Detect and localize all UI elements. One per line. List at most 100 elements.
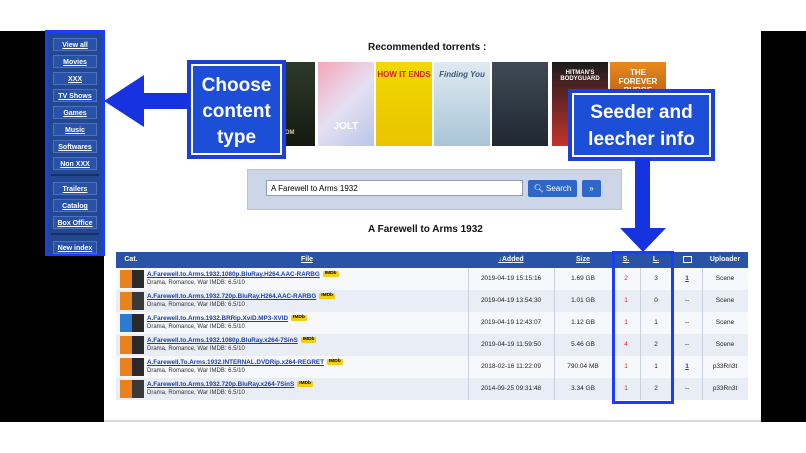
poster-4[interactable]: Finding You	[434, 62, 490, 146]
added-cell: 2019-04-19 15:15:16	[480, 275, 542, 282]
header-file[interactable]: File	[146, 252, 468, 268]
imdb-badge[interactable]: IMDb	[300, 337, 317, 344]
comments-cell: --	[684, 385, 690, 392]
sidebar-item-movies[interactable]: Movies	[53, 55, 97, 68]
sidebar-separator	[51, 174, 99, 176]
size-cell: 1.69 GB	[571, 275, 595, 282]
torrent-name-link[interactable]: A.Farewell.to.Arms.1932.1080p.BluRay.x26…	[147, 337, 317, 344]
seeder-leecher-highlight	[612, 251, 674, 404]
sidebar-item-box-office[interactable]: Box Office	[53, 216, 97, 229]
sidebar-item-new-index[interactable]: New index	[53, 241, 97, 254]
arrow-left-icon	[104, 75, 144, 127]
torrent-meta: Drama, Romance, War IMDB: 6.5/10	[147, 346, 245, 352]
category-thumbnail[interactable]	[120, 314, 144, 332]
sidebar-item-games[interactable]: Games	[53, 106, 97, 119]
header-comments[interactable]	[672, 252, 702, 268]
sidebar-item-trailers[interactable]: Trailers	[53, 182, 97, 195]
search-button-label: Search	[546, 184, 572, 193]
size-cell: 1.01 GB	[571, 297, 595, 304]
right-frame	[761, 31, 806, 422]
category-thumbnail[interactable]	[120, 358, 144, 376]
added-cell: 2014-09-25 09:31:48	[480, 385, 542, 392]
added-cell: 2018-02-16 11:22:09	[481, 363, 541, 370]
bottom-strip	[104, 420, 761, 422]
search-button[interactable]: 🔍︎ Search	[528, 180, 577, 197]
comments-cell: --	[684, 297, 690, 304]
poster-2[interactable]: JOLT	[318, 62, 374, 146]
sidebar-item-tv-shows[interactable]: TV Shows	[53, 89, 97, 102]
uploader-cell: p33Rn3t	[712, 385, 738, 392]
torrent-name-link[interactable]: A.Farewell.to.Arms.1932.1080p.BluRay.H26…	[147, 271, 339, 278]
torrent-name: A.Farewell.To.Arms.1932.INTERNAL.DVDRip.…	[147, 359, 324, 366]
recommended-title: Recommended torrents :	[368, 42, 487, 53]
poster-5[interactable]	[492, 62, 548, 146]
imdb-badge[interactable]: IMDb	[291, 315, 307, 322]
size-cell: 790.04 MB	[567, 363, 599, 370]
header-cat: Cat.	[124, 256, 138, 263]
poster-caption: JOLT	[333, 121, 359, 132]
category-thumbnail[interactable]	[120, 292, 144, 310]
category-thumbnail[interactable]	[120, 380, 144, 398]
torrent-name-link[interactable]: A.Farewell.to.Arms.1932.720p.BluRay.x264…	[147, 381, 313, 388]
poster-caption: Finding You	[439, 70, 485, 79]
torrent-meta: Drama, Romance, War IMDB: 6.5/10	[147, 302, 245, 308]
uploader-cell: p33Rn3t	[712, 363, 738, 370]
torrent-name: A.Farewell.to.Arms.1932.720p.BluRay.x264…	[147, 381, 295, 388]
size-cell: 3.34 GB	[571, 385, 595, 392]
header-size[interactable]: Size	[554, 252, 612, 268]
callout-arrow	[635, 159, 650, 231]
category-thumbnail[interactable]	[120, 270, 144, 288]
comments-cell: --	[684, 319, 690, 326]
content-type-callout: Choose content type	[187, 60, 286, 159]
header-added-label: Added	[501, 256, 524, 263]
uploader-cell: Scene	[715, 275, 735, 282]
imdb-badge[interactable]: IMDb	[297, 381, 313, 388]
comments-cell: --	[684, 341, 690, 348]
poster-caption: HITMAN'S BODYGUARD	[560, 70, 600, 82]
added-cell: 2019-04-19 13:54:30	[480, 297, 542, 304]
torrent-name-link[interactable]: A.Farewell.to.Arms.1932.720p.BluRay.H264…	[147, 293, 335, 300]
torrent-name-link[interactable]: A.Farewell.To.Arms.1932.INTERNAL.DVDRip.…	[147, 359, 343, 366]
comments-cell[interactable]: 1	[672, 268, 702, 290]
results-title: A Farewell to Arms 1932	[368, 224, 483, 235]
callout-text: Seeder and leecher info	[588, 102, 695, 150]
seeder-leecher-callout: Seeder and leecher info	[568, 89, 715, 161]
more-options-button[interactable]: »	[582, 180, 601, 197]
torrent-meta: Drama, Romance, War IMDB: 6.5/10	[147, 390, 245, 396]
added-cell: 2019-04-19 12:43:07	[480, 319, 542, 326]
header-uploader: Uploader	[709, 256, 741, 263]
torrent-name: A.Farewell.to.Arms.1932.1080p.BluRay.x26…	[147, 337, 298, 344]
uploader-cell: Scene	[715, 319, 735, 326]
poster-3[interactable]: HOW IT ENDS	[376, 62, 432, 146]
sidebar-separator	[51, 233, 99, 235]
arrow-down-icon	[620, 228, 666, 252]
imdb-badge[interactable]: IMDb	[326, 359, 343, 366]
sidebar-item-xxx[interactable]: XXX	[53, 72, 97, 85]
sidebar-item-catalog[interactable]: Catalog	[53, 199, 97, 212]
uploader-cell: Scene	[715, 297, 735, 304]
search-icon: 🔍︎	[533, 184, 544, 193]
sidebar-item-music[interactable]: Music	[53, 123, 97, 136]
torrent-meta: Drama, Romance, War IMDB: 6.5/10	[147, 280, 245, 286]
torrent-name-link[interactable]: A.Farewell.to.Arms.1932.BRRip.XviD.MP3-X…	[147, 315, 307, 322]
torrent-name: A.Farewell.to.Arms.1932.1080p.BluRay.H26…	[147, 271, 320, 278]
imdb-badge[interactable]: IMDb	[319, 293, 335, 300]
size-cell: 5.46 GB	[571, 341, 595, 348]
torrent-name: A.Farewell.to.Arms.1932.720p.BluRay.H264…	[147, 293, 317, 300]
uploader-cell: Scene	[715, 341, 735, 348]
header-added[interactable]: ↓Added	[468, 252, 554, 268]
added-cell: 2019-04-19 11:59:50	[481, 341, 541, 348]
sidebar-item-non-xxx[interactable]: Non XXX	[53, 157, 97, 170]
sidebar-item-view-all[interactable]: View all	[53, 38, 97, 51]
sidebar-item-softwares[interactable]: Softwares	[53, 140, 97, 153]
imdb-badge[interactable]: IMDb	[322, 271, 339, 278]
torrent-name: A.Farewell.to.Arms.1932.BRRip.XviD.MP3-X…	[147, 315, 289, 322]
search-input[interactable]: A Farewell to Arms 1932	[266, 180, 523, 196]
poster-caption: HOW IT ENDS	[377, 70, 431, 79]
comments-cell[interactable]: 1	[672, 356, 702, 378]
torrent-meta: Drama, Romance, War IMDB: 6.5/10	[147, 368, 245, 374]
category-sidebar: View all Movies XXX TV Shows Games Music…	[45, 30, 105, 256]
size-cell: 1.12 GB	[571, 319, 595, 326]
callout-arrow	[140, 93, 190, 109]
category-thumbnail[interactable]	[120, 336, 144, 354]
